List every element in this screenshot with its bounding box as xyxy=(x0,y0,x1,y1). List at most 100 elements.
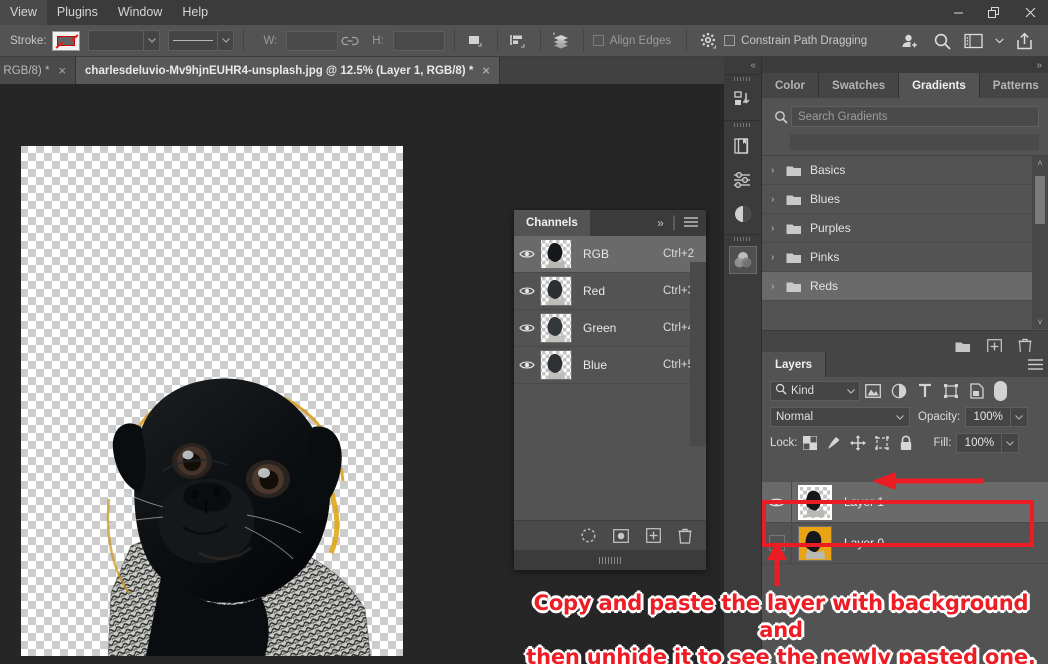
link-chain-icon[interactable] xyxy=(338,30,362,52)
fill-chevron-down-icon[interactable] xyxy=(1002,433,1019,453)
tab-channels[interactable]: Channels xyxy=(514,210,590,236)
adjustments-icon[interactable] xyxy=(724,163,762,197)
stroke-color-dropdown[interactable] xyxy=(88,30,160,51)
table-row[interactable]: Blue Ctrl+5 xyxy=(514,347,706,384)
close-icon[interactable]: × xyxy=(58,64,66,77)
gradient-group-pinks[interactable]: › Pinks xyxy=(762,243,1048,272)
workspace-icon[interactable] xyxy=(958,25,990,57)
chevron-right-icon[interactable]: › xyxy=(771,194,786,205)
opacity-input[interactable]: 100% xyxy=(965,407,1011,427)
close-icon[interactable]: × xyxy=(482,64,490,77)
libraries-icon[interactable] xyxy=(724,129,762,163)
share-user-icon[interactable] xyxy=(894,25,926,57)
scrollbar-track[interactable] xyxy=(1032,170,1048,315)
load-channel-as-selection-icon[interactable] xyxy=(581,528,596,543)
filter-type-icon[interactable] xyxy=(912,380,938,402)
restore-button[interactable] xyxy=(976,0,1012,25)
tab-color[interactable]: Color xyxy=(762,73,819,98)
panel-drag-grip[interactable] xyxy=(724,75,761,83)
blend-mode-dropdown[interactable]: Normal xyxy=(770,407,910,427)
chevron-right-icon[interactable]: › xyxy=(771,281,786,292)
panel-drag-grip[interactable] xyxy=(724,121,761,129)
opacity-chevron-down-icon[interactable] xyxy=(1011,407,1028,427)
image-canvas[interactable] xyxy=(21,146,403,656)
tab-gradients[interactable]: Gradients xyxy=(899,73,980,98)
delete-channel-icon[interactable] xyxy=(678,528,692,544)
lock-transparent-pixels-icon[interactable] xyxy=(798,432,822,454)
history-steps-icon[interactable] xyxy=(724,83,762,117)
path-operations-icon[interactable] xyxy=(464,30,488,52)
lock-all-icon[interactable] xyxy=(894,432,918,454)
menu-item-view[interactable]: View xyxy=(0,0,47,25)
panel-resize-grip[interactable] xyxy=(514,550,706,570)
document-tab-active[interactable]: charlesdeluvio-Mv9hjnEUHR4-unsplash.jpg … xyxy=(76,57,500,84)
channel-visibility-toggle[interactable] xyxy=(514,360,540,370)
gradient-group-reds[interactable]: › Reds xyxy=(762,272,1048,301)
table-row[interactable]: Red Ctrl+3 xyxy=(514,273,706,310)
channels-icon[interactable] xyxy=(724,243,762,277)
width-input[interactable] xyxy=(286,31,338,51)
gear-icon[interactable] xyxy=(696,30,720,52)
layer-thumbnail[interactable] xyxy=(798,485,832,520)
stroke-color-swatch[interactable] xyxy=(52,31,80,51)
panel-menu-icon[interactable] xyxy=(684,214,698,232)
channel-visibility-toggle[interactable] xyxy=(514,286,540,296)
menu-item-window[interactable]: Window xyxy=(108,0,172,25)
gradients-scrollbar[interactable]: ˄ ˅ xyxy=(1032,156,1048,329)
share-upload-icon[interactable] xyxy=(1008,25,1040,57)
scroll-down-icon[interactable]: ˅ xyxy=(1037,315,1042,329)
menu-item-help[interactable]: Help xyxy=(172,0,218,25)
filter-pixel-icon[interactable] xyxy=(860,380,886,402)
chevron-right-icon[interactable]: › xyxy=(771,252,786,263)
path-alignment-icon[interactable] xyxy=(507,30,531,52)
new-group-icon[interactable] xyxy=(955,340,971,353)
layer-visibility-toggle[interactable] xyxy=(762,482,792,523)
menu-item-plugins[interactable]: Plugins xyxy=(47,0,108,25)
tab-swatches[interactable]: Swatches xyxy=(819,73,899,98)
height-input[interactable] xyxy=(393,31,445,51)
channel-visibility-toggle[interactable] xyxy=(514,323,540,333)
gradient-group-blues[interactable]: › Blues xyxy=(762,185,1048,214)
save-selection-as-channel-icon[interactable] xyxy=(613,529,629,543)
close-button[interactable] xyxy=(1012,0,1048,25)
layer-visibility-toggle[interactable] xyxy=(762,523,792,564)
table-row[interactable]: Green Ctrl+4 xyxy=(514,310,706,347)
new-channel-icon[interactable] xyxy=(646,528,661,543)
fill-input[interactable]: 100% xyxy=(956,433,1002,453)
collapse-panels-button[interactable]: « xyxy=(724,57,761,74)
chevron-right-icon[interactable]: › xyxy=(771,165,786,176)
path-arrangement-icon[interactable] xyxy=(550,30,574,52)
search-icon[interactable] xyxy=(926,25,958,57)
filter-shape-icon[interactable] xyxy=(938,380,964,402)
panel-drag-grip[interactable] xyxy=(724,235,761,243)
document-tab-inactive[interactable]: unsplash, RGB/8) * × xyxy=(0,57,76,84)
layer-filter-kind-dropdown[interactable]: Kind xyxy=(770,381,860,401)
workspace-chevron-icon[interactable] xyxy=(990,25,1008,57)
stroke-style-dropdown[interactable] xyxy=(168,30,234,51)
gradient-group-basics[interactable]: › Basics xyxy=(762,156,1048,185)
minimize-button[interactable] xyxy=(940,0,976,25)
filter-adjustment-icon[interactable] xyxy=(886,380,912,402)
expand-panels-button[interactable]: » xyxy=(762,57,1048,73)
lock-artboard-nesting-icon[interactable] xyxy=(870,432,894,454)
search-input[interactable] xyxy=(791,106,1039,127)
tab-layers[interactable]: Layers xyxy=(762,352,826,377)
chevron-right-icon[interactable]: › xyxy=(771,223,786,234)
expand-panel-icon[interactable]: » xyxy=(657,216,664,230)
gradient-group-purples[interactable]: › Purples xyxy=(762,214,1048,243)
layer-thumbnail[interactable] xyxy=(798,526,832,561)
constrain-path-dragging-checkbox[interactable] xyxy=(724,35,735,46)
scrollbar-thumb[interactable] xyxy=(1035,176,1045,224)
table-row[interactable]: RGB Ctrl+2 xyxy=(514,236,706,273)
filter-enable-toggle[interactable] xyxy=(994,381,1007,401)
filter-smart-object-icon[interactable] xyxy=(964,380,990,402)
table-row[interactable]: Layer 1 xyxy=(762,482,1048,523)
lock-position-icon[interactable] xyxy=(846,432,870,454)
table-row[interactable]: Layer 0 xyxy=(762,523,1048,564)
panel-menu-icon[interactable] xyxy=(1022,352,1048,377)
tab-patterns[interactable]: Patterns xyxy=(980,73,1048,98)
channel-visibility-toggle[interactable] xyxy=(514,249,540,259)
adjustment-layer-icon[interactable] xyxy=(724,197,762,231)
lock-image-pixels-icon[interactable] xyxy=(822,432,846,454)
scroll-up-icon[interactable]: ˄ xyxy=(1037,156,1042,170)
